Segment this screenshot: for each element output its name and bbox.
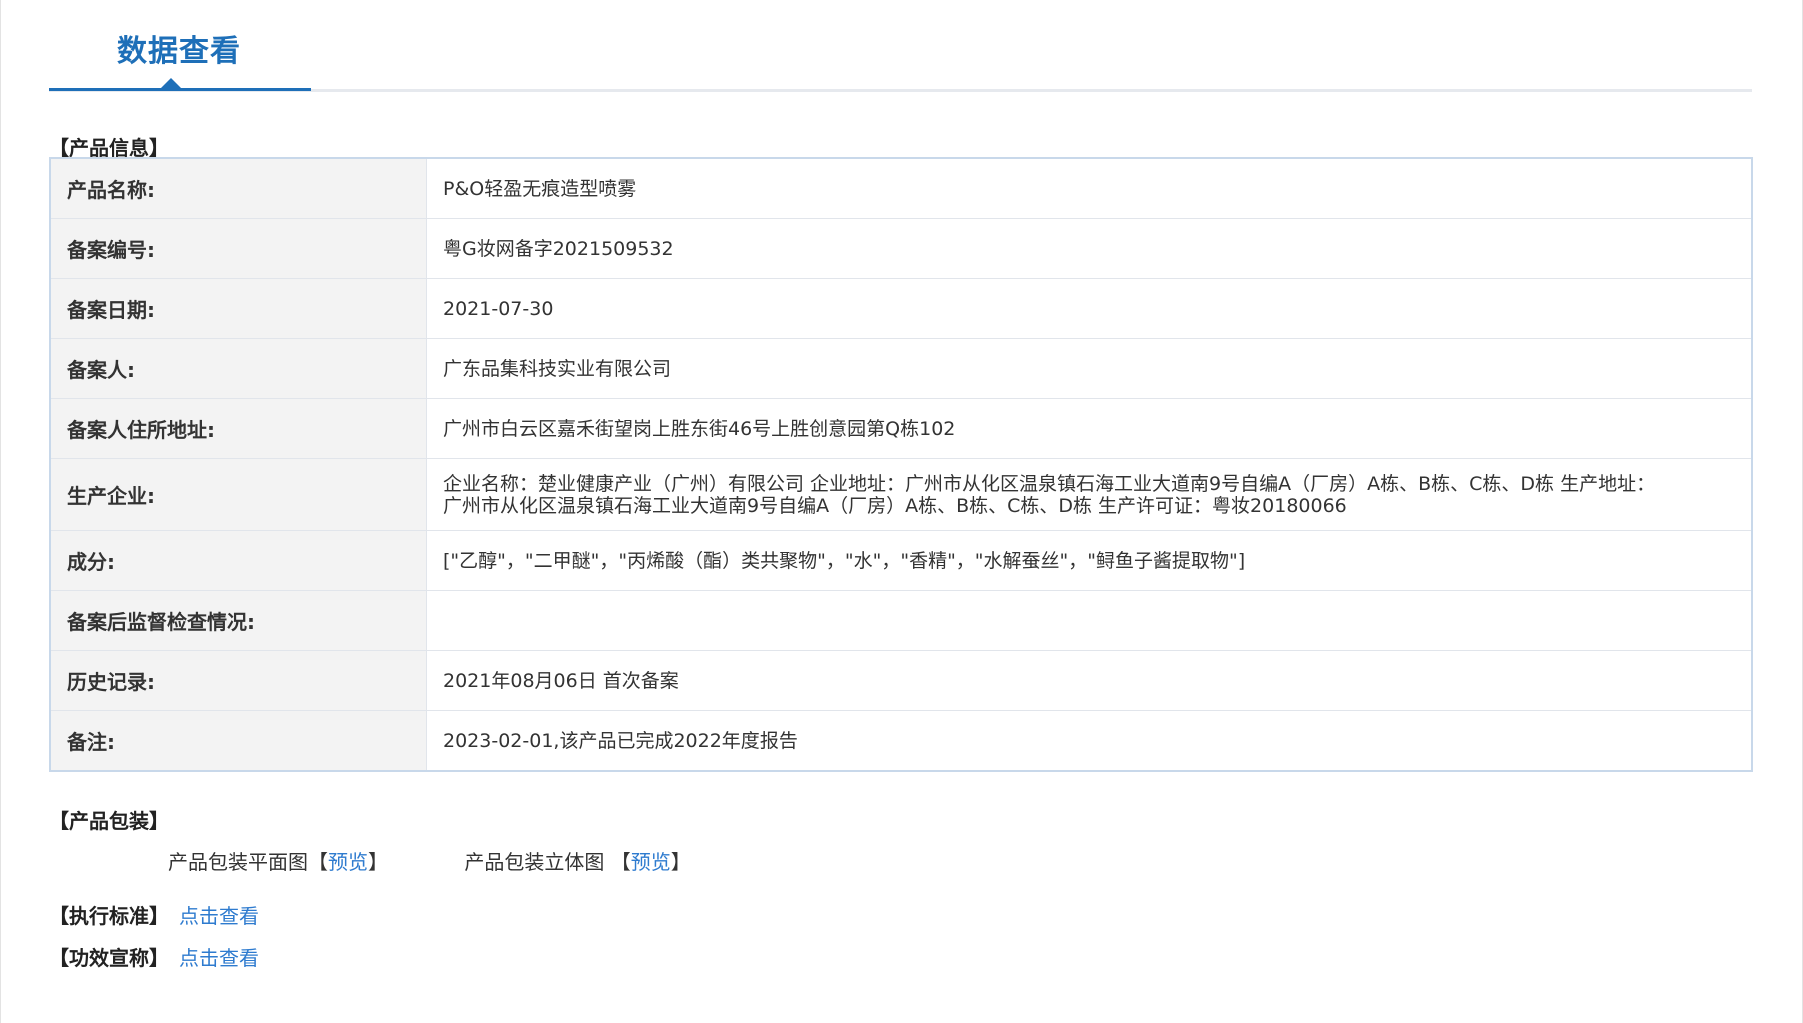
tab-data-view[interactable]: 数据查看 [117,26,241,70]
packaging-solid-bracket: 】 [670,850,691,874]
page-left-border [0,0,1,1023]
standard-row: 【执行标准】 点击查看 [49,900,259,929]
table-row: 历史记录: 2021年08月06日 首次备案 [51,651,1751,711]
tab-active-indicator [49,88,311,91]
row-label: 备案人住所地址: [51,399,427,458]
packaging-row: 产品包装平面图【预览】 产品包装立体图 【预览】 [168,846,761,875]
row-label: 备案编号: [51,219,427,278]
row-label: 备注: [51,711,427,770]
row-value: 广州市白云区嘉禾街望岗上胜东街46号上胜创意园第Q栋102 [443,417,956,440]
row-value: P&O轻盈无痕造型喷雾 [443,177,637,200]
row-value: 粤G妆网备字2021509532 [443,237,674,260]
section-title-packaging: 【产品包装】 [49,809,169,833]
row-label: 历史记录: [51,651,427,710]
row-label: 成分: [51,531,427,590]
caret-up-icon [161,78,181,88]
row-value: 企业名称：楚业健康产业（广州）有限公司 企业地址：广州市从化区温泉镇石海工业大道… [443,472,1656,517]
row-value: ["乙醇"，"二甲醚"，"丙烯酸（酯）类共聚物"，"水"，"香精"，"水解蚕丝"… [443,549,1246,572]
efficacy-row: 【功效宣称】 点击查看 [49,942,259,971]
packaging-solid-preview-link[interactable]: 预览 [631,850,671,874]
standard-view-link[interactable]: 点击查看 [179,904,259,928]
row-value: 2021-07-30 [443,297,554,320]
standard-label: 【执行标准】 [49,904,169,928]
row-value [427,591,1751,650]
efficacy-view-link[interactable]: 点击查看 [179,946,259,970]
product-info-table: 产品名称: P&O轻盈无痕造型喷雾 备案编号: 粤G妆网备字2021509532… [49,157,1753,772]
table-row: 备案日期: 2021-07-30 [51,279,1751,339]
table-row: 成分: ["乙醇"，"二甲醚"，"丙烯酸（酯）类共聚物"，"水"，"香精"，"水… [51,531,1751,591]
table-row: 备案人: 广东品集科技实业有限公司 [51,339,1751,399]
packaging-flat-bracket: 】 [368,850,388,874]
row-value: 2023-02-01,该产品已完成2022年度报告 [443,729,798,752]
packaging-solid-label: 产品包装立体图 【 [464,850,631,874]
table-row: 备注: 2023-02-01,该产品已完成2022年度报告 [51,711,1751,770]
table-row: 备案编号: 粤G妆网备字2021509532 [51,219,1751,279]
row-label: 备案人: [51,339,427,398]
tab-bar: 数据查看 [49,0,1752,94]
row-value: 广东品集科技实业有限公司 [443,357,672,380]
row-label: 备案后监督检查情况: [51,591,427,650]
table-row: 产品名称: P&O轻盈无痕造型喷雾 [51,159,1751,219]
row-label: 产品名称: [51,159,427,218]
packaging-flat-preview-link[interactable]: 预览 [328,850,368,874]
table-row: 备案后监督检查情况: [51,591,1751,651]
packaging-flat-label: 产品包装平面图【 [168,850,328,874]
table-row: 备案人住所地址: 广州市白云区嘉禾街望岗上胜东街46号上胜创意园第Q栋102 [51,399,1751,459]
table-row: 生产企业: 企业名称：楚业健康产业（广州）有限公司 企业地址：广州市从化区温泉镇… [51,459,1751,531]
packaging-flat-item: 产品包装平面图【预览】 [168,846,388,875]
efficacy-label: 【功效宣称】 [49,946,169,970]
packaging-solid-item: 产品包装立体图 【预览】 [464,846,690,875]
row-label: 生产企业: [51,459,427,530]
row-value: 2021年08月06日 首次备案 [443,669,679,692]
row-label: 备案日期: [51,279,427,338]
